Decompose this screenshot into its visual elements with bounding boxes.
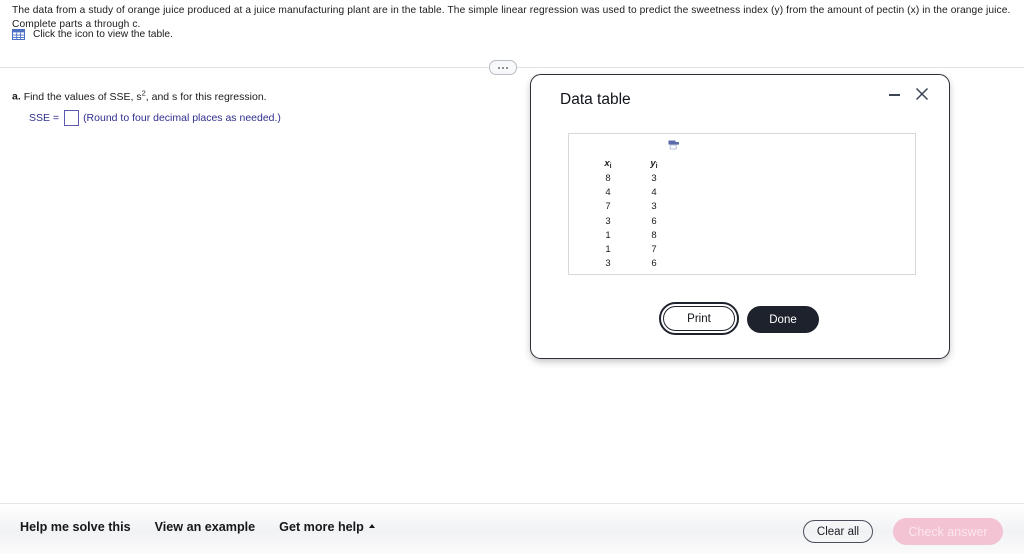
bottom-toolbar: Help me solve this View an example Get m…	[0, 503, 1024, 554]
get-more-help-label: Get more help	[279, 520, 364, 534]
bottom-toolbar-left: Help me solve this View an example Get m…	[20, 520, 375, 534]
bottom-toolbar-right: Clear all Check answer	[803, 518, 1003, 545]
minimize-icon[interactable]	[884, 85, 904, 105]
view-table-hint-label: Click the icon to view the table.	[33, 29, 173, 40]
clear-all-button[interactable]: Clear all	[803, 520, 873, 543]
ellipsis-dot-1	[498, 66, 500, 69]
get-more-help-button[interactable]: Get more help	[279, 520, 375, 534]
divider-ellipsis-button[interactable]	[489, 60, 517, 75]
cell-y: 3	[651, 172, 657, 184]
close-icon-glyph	[915, 87, 929, 101]
part-a-text-after: , and s for this regression.	[145, 90, 267, 103]
dialog-title: Data table	[560, 91, 631, 108]
cell-y: 4	[651, 186, 657, 198]
cell-x: 1	[605, 229, 611, 241]
close-icon[interactable]	[911, 83, 933, 105]
cell-y: 3	[651, 201, 657, 213]
column-header-x-subscript: i	[609, 162, 612, 170]
sse-answer-row: SSE = (Round to four decimal places as n…	[29, 110, 281, 126]
chevron-up-icon	[368, 524, 375, 528]
cell-y: 8	[651, 229, 657, 241]
column-header-x: xi	[585, 155, 631, 171]
table-row: 7 3	[585, 200, 677, 214]
column-header-y-label: y	[650, 157, 656, 169]
table-row: 8 3	[585, 171, 677, 185]
minimize-bar	[888, 93, 900, 97]
data-table-dialog: Data table xi yi 8 3 4 4 7 3 3 6 1 8 1 7…	[530, 74, 950, 359]
view-an-example-button[interactable]: View an example	[155, 520, 256, 534]
column-header-x-label: x	[604, 157, 610, 169]
cell-x: 8	[605, 172, 611, 184]
help-me-solve-this-button[interactable]: Help me solve this	[20, 520, 131, 534]
table-row: 4 4	[585, 185, 677, 199]
dialog-button-row: Print Done	[531, 301, 951, 336]
sse-input[interactable]	[64, 110, 80, 126]
cell-x: 4	[605, 186, 611, 198]
sse-rounding-hint: (Round to four decimal places as needed.…	[83, 112, 281, 124]
problem-statement: The data from a study of orange juice pr…	[12, 5, 1011, 30]
cell-y: 6	[651, 258, 657, 270]
table-row: 1 8	[585, 228, 677, 242]
view-table-hint-row[interactable]: Click the icon to view the table.	[12, 29, 173, 40]
cell-y: 7	[651, 244, 657, 256]
check-answer-button[interactable]: Check answer	[893, 518, 1003, 545]
help-me-solve-this-label: Help me solve this	[20, 520, 131, 534]
data-table-panel: xi yi 8 3 4 4 7 3 3 6 1 8 1 7 3 6	[568, 133, 916, 275]
sse-label: SSE =	[29, 112, 60, 124]
column-header-y-subscript: i	[655, 162, 658, 170]
cell-x: 1	[605, 244, 611, 256]
view-an-example-label: View an example	[154, 520, 256, 534]
cell-x: 3	[605, 258, 611, 270]
ellipsis-dot-3	[506, 66, 508, 69]
data-table-grid: xi yi 8 3 4 4 7 3 3 6 1 8 1 7 3 6	[585, 155, 677, 271]
table-row: 3 6	[585, 214, 677, 228]
table-row: 1 7	[585, 242, 677, 256]
column-header-y: yi	[631, 155, 677, 171]
part-a-question: a. Find the values of SSE, s2, and s for…	[12, 88, 267, 103]
part-a-text: Find the values of SSE, s2, and s for th…	[23, 88, 267, 103]
cell-x: 7	[605, 201, 611, 213]
table-header-row: xi yi	[585, 155, 677, 171]
ellipsis-dot-2	[502, 66, 504, 69]
print-button[interactable]: Print	[658, 301, 740, 336]
cell-y: 6	[651, 215, 657, 227]
table-row: 3 6	[585, 257, 677, 271]
done-button[interactable]: Done	[747, 306, 819, 333]
table-icon[interactable]	[12, 29, 25, 40]
part-a-label: a.	[12, 90, 21, 103]
part-a-text-before: Find the values of SSE, s	[23, 90, 142, 103]
cell-x: 3	[605, 215, 611, 227]
print-preview-icon[interactable]	[668, 140, 680, 150]
